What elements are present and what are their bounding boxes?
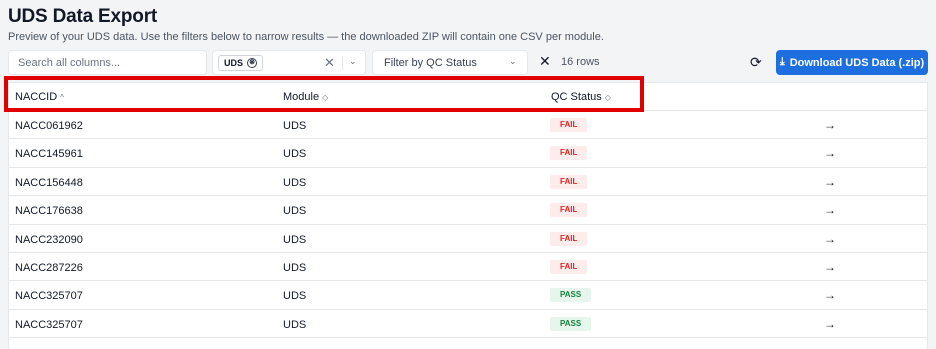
naccid-cell: NACC325707 <box>15 318 83 331</box>
table-header: NACCID ^ Module ◇ QC Status ◇ <box>9 83 927 111</box>
refresh-icon[interactable]: ⟳ <box>750 54 762 71</box>
arrow-right-icon[interactable]: → <box>824 146 836 160</box>
column-header-naccid[interactable]: NACCID ^ <box>15 91 64 103</box>
qc-status-badge: PASS <box>550 288 592 303</box>
download-icon: ⤓ <box>779 56 785 68</box>
table-row[interactable]: NACC145961 UDS FAIL → <box>9 139 927 168</box>
arrow-right-icon[interactable]: → <box>824 203 836 217</box>
module-filter-select[interactable]: UDS ⊗ ✕ ⌄ <box>212 50 366 75</box>
column-label: Module <box>283 91 320 103</box>
select-divider <box>342 56 343 70</box>
sort-icon: ◇ <box>322 92 329 102</box>
sort-icon: ◇ <box>604 92 611 102</box>
module-chip-label: UDS <box>224 58 244 68</box>
column-header-qc-status[interactable]: QC Status ◇ <box>551 91 611 103</box>
arrow-right-icon[interactable]: → <box>824 118 836 132</box>
row-count: 16 rows <box>561 56 600 68</box>
arrow-right-icon[interactable]: → <box>824 175 836 189</box>
search-input[interactable] <box>8 50 207 75</box>
module-cell: UDS <box>283 262 307 274</box>
qc-status-badge: FAIL <box>550 118 588 132</box>
sort-asc-icon: ^ <box>60 92 64 102</box>
clear-selection-icon[interactable]: ✕ <box>324 55 335 71</box>
reset-filters-icon[interactable]: ✕ <box>539 53 551 70</box>
arrow-right-icon[interactable]: → <box>824 260 836 274</box>
module-cell: UDS <box>283 148 307 161</box>
page-subtitle: Preview of your UDS data. Use the filter… <box>8 31 604 43</box>
chevron-down-icon: ⌄ <box>509 56 517 66</box>
qc-status-badge: FAIL <box>550 203 588 218</box>
download-button[interactable]: ⤓ Download UDS Data (.zip) <box>776 50 928 75</box>
module-cell: UDS <box>283 120 307 132</box>
column-label: NACCID <box>15 91 58 103</box>
chevron-down-icon[interactable]: ⌄ <box>349 56 357 67</box>
column-header-module[interactable]: Module ◇ <box>283 91 328 103</box>
naccid-cell: NACC176638 <box>15 205 83 218</box>
table-row[interactable]: NACC287226 UDS FAIL → <box>9 253 927 282</box>
module-cell: UDS <box>283 205 307 218</box>
module-cell: UDS <box>283 233 307 246</box>
arrow-right-icon[interactable]: → <box>824 317 836 331</box>
qc-status-badge: FAIL <box>550 174 588 189</box>
table-row[interactable]: NACC176638 UDS FAIL → <box>9 196 927 225</box>
table-row[interactable]: NACC325707 UDS PASS → <box>9 310 927 339</box>
naccid-cell: NACC287226 <box>15 262 83 274</box>
naccid-cell: NACC061962 <box>15 120 83 132</box>
naccid-cell: NACC325707 <box>15 290 83 303</box>
qc-filter-placeholder: Filter by QC Status <box>384 57 477 69</box>
naccid-cell: NACC156448 <box>15 176 83 189</box>
naccid-cell: NACC232090 <box>15 233 83 246</box>
naccid-cell: NACC145961 <box>15 148 83 161</box>
arrow-right-icon[interactable]: → <box>824 232 836 246</box>
table-row[interactable]: NACC232090 UDS FAIL → <box>9 225 927 253</box>
module-cell: UDS <box>283 176 307 189</box>
page-title: UDS Data Export <box>8 6 158 27</box>
qc-status-badge: FAIL <box>550 146 588 161</box>
page-header: UDS Data Export <box>8 6 157 28</box>
data-table: NACCID ^ Module ◇ QC Status ◇ NACC061962… <box>8 82 928 349</box>
qc-status-badge: PASS <box>550 316 592 331</box>
qc-status-filter-select[interactable]: Filter by QC Status ⌄ <box>372 50 528 75</box>
arrow-right-icon[interactable]: → <box>824 288 836 302</box>
module-chip: UDS ⊗ <box>218 55 264 71</box>
download-button-label: Download UDS Data (.zip) <box>789 56 925 69</box>
module-cell: UDS <box>283 318 307 331</box>
chip-remove-icon[interactable]: ⊗ <box>247 58 258 68</box>
qc-status-badge: FAIL <box>550 231 588 246</box>
qc-status-badge: FAIL <box>550 260 588 274</box>
table-row[interactable]: NACC061962 UDS FAIL → <box>9 111 927 140</box>
table-row[interactable]: NACC325707 UDS PASS → <box>9 281 927 310</box>
module-cell: UDS <box>283 290 307 303</box>
column-label: QC Status <box>551 91 602 103</box>
table-row[interactable]: NACC156448 UDS FAIL → <box>9 168 927 197</box>
